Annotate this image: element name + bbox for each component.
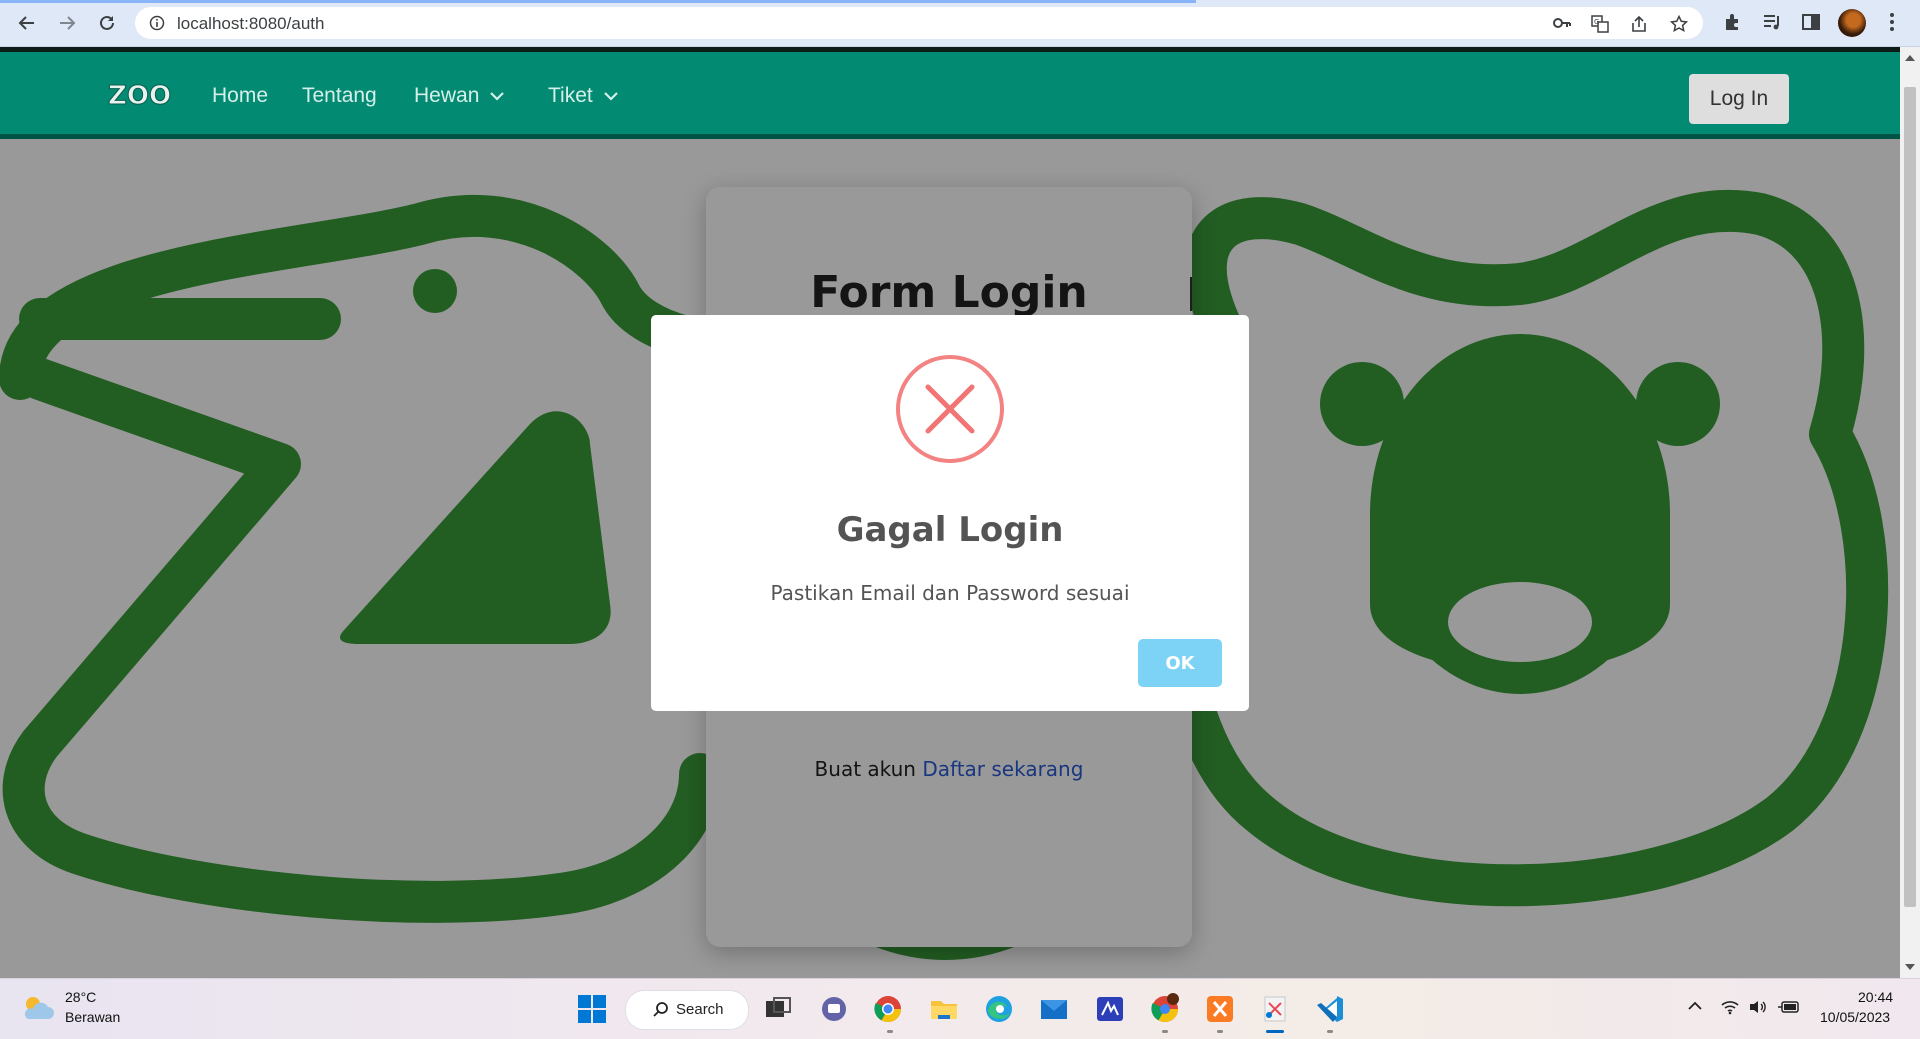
nav-tentang[interactable]: Tentang bbox=[302, 84, 377, 108]
weather-temperature[interactable]: 28°C bbox=[65, 989, 96, 1005]
search-icon bbox=[653, 1002, 668, 1017]
xampp-running-indicator bbox=[1217, 1030, 1223, 1033]
chrome-icon[interactable] bbox=[872, 993, 904, 1025]
file-explorer-icon[interactable] bbox=[928, 993, 960, 1025]
ok-button[interactable]: OK bbox=[1138, 639, 1222, 687]
login-button[interactable]: Log In bbox=[1689, 74, 1789, 124]
forward-button[interactable] bbox=[52, 8, 82, 38]
side-panel-icon[interactable] bbox=[1801, 12, 1821, 32]
site-navbar: ZOO Home Tentang Hewan Tiket Log In bbox=[0, 47, 1900, 139]
windows-start-icon[interactable] bbox=[576, 993, 608, 1025]
alert-title: Gagal Login bbox=[836, 510, 1064, 550]
media-queue-icon[interactable] bbox=[1762, 12, 1782, 32]
key-icon[interactable] bbox=[1553, 15, 1571, 31]
dev-tool-icon[interactable] bbox=[1094, 993, 1126, 1025]
error-x-icon bbox=[896, 355, 1004, 463]
chevron-down-icon bbox=[603, 92, 618, 102]
vscode-icon[interactable] bbox=[1314, 993, 1346, 1025]
error-alert-dialog: Gagal Login Pastikan Email dan Password … bbox=[651, 315, 1249, 711]
chrome-profile-icon[interactable] bbox=[1149, 993, 1181, 1025]
extensions-puzzle-icon[interactable] bbox=[1723, 12, 1743, 32]
search-label: Search bbox=[676, 1001, 724, 1018]
profile-avatar[interactable] bbox=[1838, 9, 1866, 37]
windows-taskbar: 28°C Berawan Search 20:44 10/05/2023 bbox=[0, 978, 1920, 1039]
nav-home[interactable]: Home bbox=[212, 84, 268, 108]
edge-icon[interactable] bbox=[983, 993, 1015, 1025]
arrow-left-icon bbox=[18, 16, 34, 30]
taskbar-search[interactable]: Search bbox=[625, 990, 749, 1030]
zoo-logo[interactable]: ZOO bbox=[108, 80, 182, 114]
translate-icon[interactable]: G bbox=[1591, 15, 1609, 33]
browser-toolbar: localhost:8080/auth G bbox=[0, 0, 1920, 47]
xampp-icon[interactable] bbox=[1204, 993, 1236, 1025]
scroll-up-arrow[interactable] bbox=[1905, 55, 1915, 61]
back-button[interactable] bbox=[12, 8, 42, 38]
clock-time[interactable]: 20:44 bbox=[1858, 989, 1893, 1005]
scroll-down-arrow[interactable] bbox=[1905, 964, 1915, 970]
reload-button[interactable] bbox=[92, 8, 122, 38]
nav-hewan-label: Hewan bbox=[414, 84, 480, 107]
scroll-thumb[interactable] bbox=[1904, 87, 1916, 907]
page-scrollbar[interactable] bbox=[1900, 47, 1920, 978]
vscode-running-indicator bbox=[1327, 1030, 1333, 1033]
chevron-down-icon bbox=[490, 92, 505, 102]
chrome-running-indicator bbox=[887, 1030, 893, 1033]
nav-hewan-dropdown[interactable]: Hewan bbox=[414, 84, 505, 108]
mail-icon[interactable] bbox=[1038, 993, 1070, 1025]
svg-text:ZOO: ZOO bbox=[108, 81, 171, 110]
snipping-tool-active-indicator bbox=[1266, 1030, 1284, 1033]
teams-chat-icon[interactable] bbox=[818, 993, 850, 1025]
url-text[interactable]: localhost:8080/auth bbox=[177, 14, 324, 34]
nav-tiket-dropdown[interactable]: Tiket bbox=[548, 84, 619, 108]
task-view-icon[interactable] bbox=[762, 993, 794, 1025]
battery-icon[interactable] bbox=[1778, 999, 1800, 1015]
chrome-profile-running-indicator bbox=[1162, 1030, 1168, 1033]
arrow-right-icon bbox=[60, 16, 76, 30]
more-menu-icon[interactable] bbox=[1888, 12, 1896, 32]
svg-text:G: G bbox=[1594, 18, 1599, 26]
volume-icon[interactable] bbox=[1748, 999, 1768, 1015]
web-page: ZOO Home Tentang Hewan Tiket Log In Form… bbox=[0, 47, 1900, 978]
reload-icon bbox=[100, 15, 114, 30]
share-icon[interactable] bbox=[1630, 15, 1648, 33]
nav-tiket-label: Tiket bbox=[548, 84, 593, 107]
info-icon[interactable] bbox=[149, 15, 165, 31]
snipping-tool-icon[interactable] bbox=[1259, 993, 1291, 1025]
chevron-up-icon[interactable] bbox=[1687, 999, 1703, 1011]
address-bar[interactable]: localhost:8080/auth G bbox=[135, 7, 1703, 39]
alert-message: Pastikan Email dan Password sesuai bbox=[770, 581, 1130, 605]
cloud-sun-icon[interactable] bbox=[20, 993, 56, 1023]
wifi-icon[interactable] bbox=[1720, 999, 1740, 1015]
bookmark-star-icon[interactable] bbox=[1670, 15, 1688, 33]
clock-date[interactable]: 10/05/2023 bbox=[1820, 1009, 1890, 1025]
weather-description[interactable]: Berawan bbox=[65, 1009, 120, 1025]
loading-progress-bar bbox=[0, 0, 1196, 3]
